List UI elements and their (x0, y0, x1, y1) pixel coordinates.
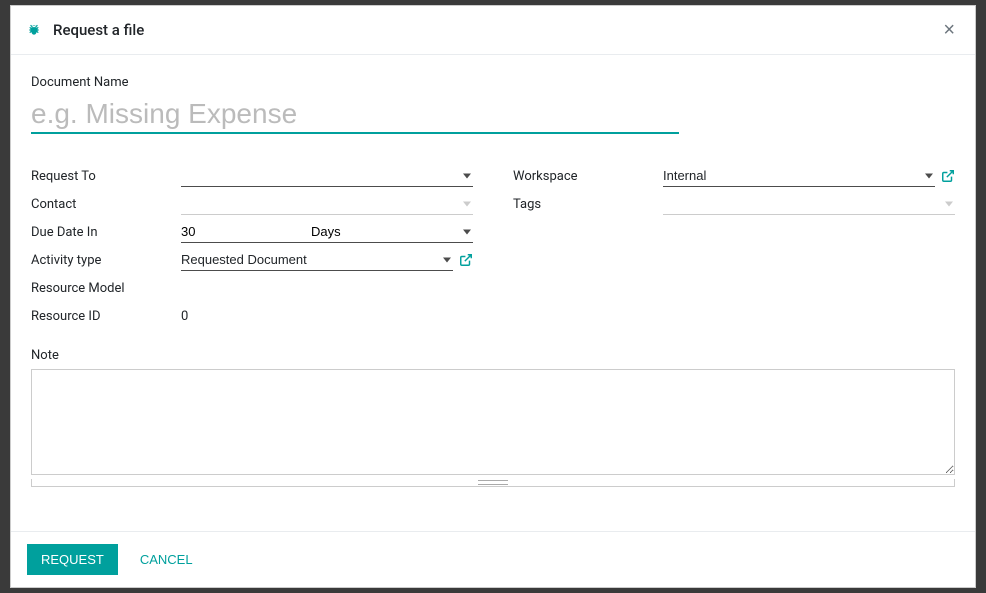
request-file-modal: Request a file × Document Name Request T… (10, 5, 976, 588)
bug-icon[interactable] (27, 23, 41, 37)
modal-title: Request a file (53, 21, 939, 39)
workspace-row: Workspace (513, 162, 955, 190)
activity-type-label: Activity type (31, 253, 181, 268)
resource-id-value: 0 (181, 309, 188, 324)
workspace-label: Workspace (513, 169, 663, 184)
form-col-left: Request To Contact (31, 162, 473, 330)
resource-model-label: Resource Model (31, 281, 181, 296)
cancel-button[interactable]: Cancel (126, 544, 207, 575)
close-icon: × (943, 19, 955, 41)
due-date-number-input[interactable] (181, 221, 311, 243)
due-date-unit-select[interactable] (311, 221, 473, 243)
contact-row: Contact (31, 190, 473, 218)
note-section: Note (31, 348, 955, 487)
form-grid: Request To Contact (31, 162, 955, 330)
close-button[interactable]: × (939, 20, 959, 40)
form-col-right: Workspace Tags (513, 162, 955, 330)
resize-handle[interactable] (31, 479, 955, 487)
due-date-label: Due Date In (31, 225, 181, 240)
request-to-label: Request To (31, 169, 181, 184)
note-label: Note (31, 348, 955, 363)
activity-type-row: Activity type (31, 246, 473, 274)
request-to-input[interactable] (181, 165, 473, 187)
document-name-label: Document Name (31, 75, 955, 90)
resource-model-row: Resource Model (31, 274, 473, 302)
activity-type-input[interactable] (181, 249, 453, 271)
contact-input[interactable] (181, 193, 473, 215)
external-link-icon[interactable] (941, 169, 955, 183)
document-name-input[interactable] (31, 96, 679, 134)
resource-id-label: Resource ID (31, 309, 181, 324)
modal-body: Document Name Request To Contact (11, 55, 975, 531)
contact-label: Contact (31, 197, 181, 212)
note-textarea[interactable] (31, 369, 955, 475)
tags-label: Tags (513, 197, 663, 212)
request-to-row: Request To (31, 162, 473, 190)
due-date-row: Due Date In (31, 218, 473, 246)
modal-footer: Request Cancel (11, 531, 975, 587)
request-button[interactable]: Request (27, 544, 118, 575)
modal-header: Request a file × (11, 6, 975, 55)
tags-row: Tags (513, 190, 955, 218)
resource-id-row: Resource ID 0 (31, 302, 473, 330)
workspace-input[interactable] (663, 165, 935, 187)
tags-input[interactable] (663, 193, 955, 215)
external-link-icon[interactable] (459, 253, 473, 267)
